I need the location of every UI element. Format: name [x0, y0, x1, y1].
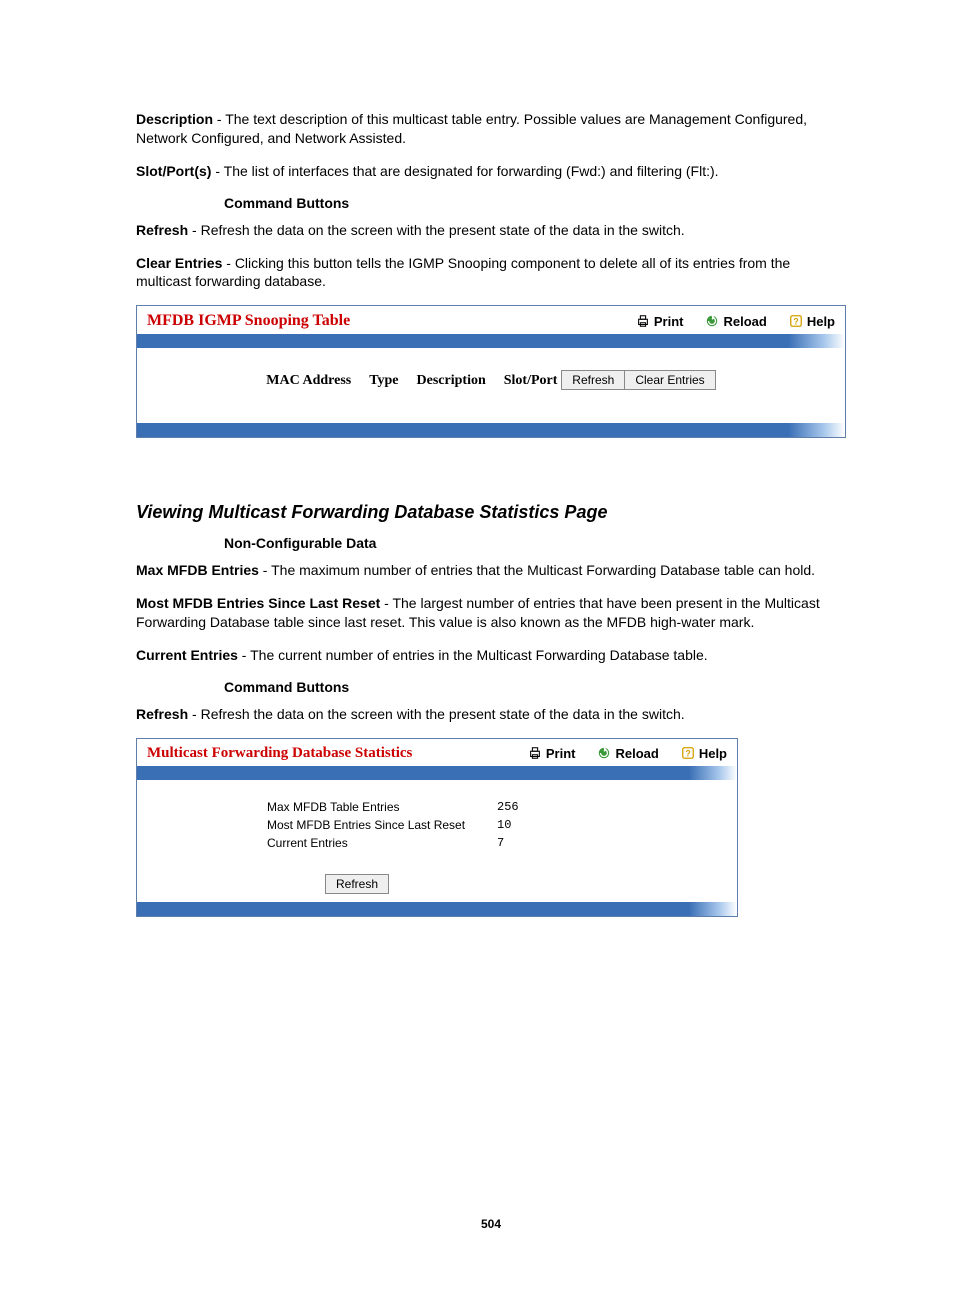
reload-link[interactable]: Reload: [705, 314, 766, 329]
col-type: Type: [369, 373, 398, 389]
svg-text:?: ?: [685, 749, 690, 759]
def-text: - The current number of entries in the M…: [238, 647, 708, 663]
refresh-button[interactable]: Refresh: [561, 370, 625, 390]
panel-header: Multicast Forwarding Database Statistics…: [137, 739, 737, 766]
svg-text:?: ?: [793, 317, 798, 327]
def-text: - The maximum number of entries that the…: [259, 562, 815, 578]
mfdb-stats-panel: Multicast Forwarding Database Statistics…: [136, 738, 738, 917]
def-text: - Refresh the data on the screen with th…: [188, 222, 685, 238]
def-label: Current Entries: [136, 647, 238, 663]
definition-refresh: Refresh - Refresh the data on the screen…: [136, 705, 846, 724]
help-link[interactable]: ? Help: [681, 746, 727, 761]
clear-entries-button[interactable]: Clear Entries: [624, 370, 715, 390]
definition-description: Description - The text description of th…: [136, 110, 846, 148]
panel-title: MFDB IGMP Snooping Table: [147, 312, 636, 330]
help-link[interactable]: ? Help: [789, 314, 835, 329]
stat-row-most: Most MFDB Entries Since Last Reset 10: [267, 816, 727, 834]
def-label: Most MFDB Entries Since Last Reset: [136, 595, 380, 611]
stat-label: Most MFDB Entries Since Last Reset: [267, 816, 497, 834]
panel-body: MAC Address Type Description Slot/Port R…: [137, 348, 845, 423]
help-label: Help: [699, 746, 727, 761]
reload-label: Reload: [615, 746, 658, 761]
col-mac-address: MAC Address: [266, 373, 351, 389]
col-description: Description: [417, 373, 486, 389]
panel-body: Max MFDB Table Entries 256 Most MFDB Ent…: [137, 780, 737, 902]
panel-divider: [137, 766, 737, 780]
def-label: Max MFDB Entries: [136, 562, 259, 578]
print-label: Print: [654, 314, 684, 329]
def-text: - The list of interfaces that are design…: [211, 163, 718, 179]
print-icon: [528, 746, 542, 760]
print-link[interactable]: Print: [528, 746, 576, 761]
mfdb-igmp-snooping-panel: MFDB IGMP Snooping Table Print Reload: [136, 305, 846, 438]
stat-label: Current Entries: [267, 834, 497, 852]
definition-most-mfdb: Most MFDB Entries Since Last Reset - The…: [136, 594, 846, 632]
definition-clear-entries: Clear Entries - Clicking this button tel…: [136, 254, 846, 292]
page-number: 504: [136, 1217, 846, 1231]
panel-title: Multicast Forwarding Database Statistics: [147, 745, 528, 762]
panel-footer-bar: [137, 423, 845, 437]
def-text: - Refresh the data on the screen with th…: [188, 706, 685, 722]
stats-grid: Max MFDB Table Entries 256 Most MFDB Ent…: [267, 798, 727, 852]
reload-icon: [597, 746, 611, 760]
help-icon: ?: [789, 314, 803, 328]
def-label: Description: [136, 111, 213, 127]
definition-current-entries: Current Entries - The current number of …: [136, 646, 846, 665]
table-column-headers: MAC Address Type Description Slot/Port: [266, 373, 557, 389]
def-label: Clear Entries: [136, 255, 222, 271]
non-configurable-heading: Non-Configurable Data: [224, 535, 846, 551]
stat-value: 10: [497, 816, 511, 834]
def-label: Slot/Port(s): [136, 163, 211, 179]
def-label: Refresh: [136, 706, 188, 722]
reload-label: Reload: [723, 314, 766, 329]
def-label: Refresh: [136, 222, 188, 238]
col-slot-port: Slot/Port: [504, 373, 558, 389]
reload-link[interactable]: Reload: [597, 746, 658, 761]
panel-header: MFDB IGMP Snooping Table Print Reload: [137, 306, 845, 334]
panel-divider: [137, 334, 845, 348]
stat-label: Max MFDB Table Entries: [267, 798, 497, 816]
stat-value: 7: [497, 834, 504, 852]
help-label: Help: [807, 314, 835, 329]
definition-refresh: Refresh - Refresh the data on the screen…: [136, 221, 846, 240]
refresh-button[interactable]: Refresh: [325, 874, 389, 894]
def-text: - Clicking this button tells the IGMP Sn…: [136, 255, 790, 290]
section-heading: Viewing Multicast Forwarding Database St…: [136, 502, 846, 523]
print-icon: [636, 314, 650, 328]
stat-row-current: Current Entries 7: [267, 834, 727, 852]
command-buttons-heading: Command Buttons: [224, 195, 846, 211]
print-link[interactable]: Print: [636, 314, 684, 329]
reload-icon: [705, 314, 719, 328]
command-buttons-heading: Command Buttons: [224, 679, 846, 695]
stat-row-max: Max MFDB Table Entries 256: [267, 798, 727, 816]
panel-footer-bar: [137, 902, 737, 916]
def-text: - The text description of this multicast…: [136, 111, 807, 146]
stat-value: 256: [497, 798, 519, 816]
help-icon: ?: [681, 746, 695, 760]
print-label: Print: [546, 746, 576, 761]
definition-max-mfdb: Max MFDB Entries - The maximum number of…: [136, 561, 846, 580]
definition-slotport: Slot/Port(s) - The list of interfaces th…: [136, 162, 846, 181]
